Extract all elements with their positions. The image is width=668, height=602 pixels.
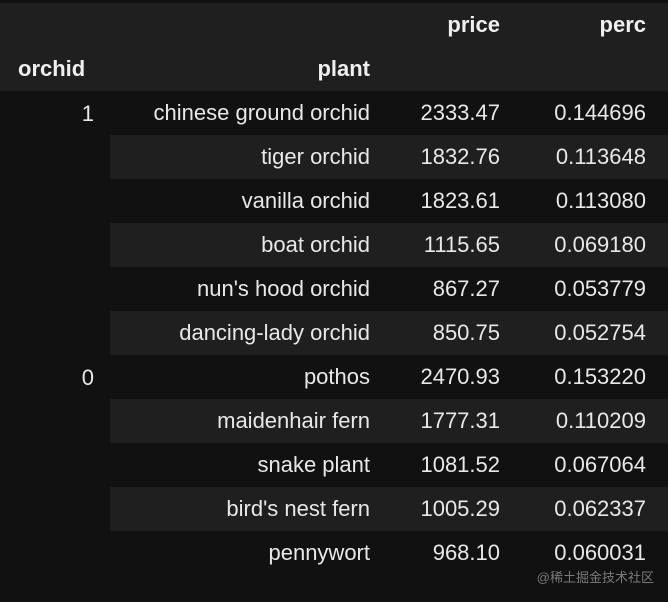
perc-cell: 0.110209 xyxy=(514,399,668,443)
index-header-plant: plant xyxy=(110,47,384,91)
perc-cell: 0.052754 xyxy=(514,311,668,355)
price-cell: 2333.47 xyxy=(420,100,500,125)
plant-cell: chinese ground orchid xyxy=(153,100,370,125)
plant-cell: dancing-lady orchid xyxy=(110,311,384,355)
dataframe-table: price perc orchid plant 1 chinese ground… xyxy=(0,3,668,575)
header-spacer xyxy=(110,3,384,47)
perc-cell: 0.144696 xyxy=(554,100,646,125)
perc-cell: 0.069180 xyxy=(514,223,668,267)
perc-cell: 0.067064 xyxy=(554,452,646,477)
price-cell: 850.75 xyxy=(384,311,514,355)
watermark: @稀土掘金技术社区 xyxy=(536,570,654,585)
index-header-row: orchid plant xyxy=(0,47,668,91)
header-spacer xyxy=(384,47,514,91)
table-row: 1 chinese ground orchid 2333.47 0.144696 xyxy=(0,91,668,135)
plant-cell: snake plant xyxy=(257,452,370,477)
table-row: 0 pothos 2470.93 0.153220 xyxy=(0,355,668,399)
price-cell: 968.10 xyxy=(432,540,500,565)
price-cell: 1005.29 xyxy=(384,487,514,531)
header-spacer xyxy=(514,47,668,91)
index-header-orchid: orchid xyxy=(0,47,110,91)
table-body: 1 chinese ground orchid 2333.47 0.144696… xyxy=(0,91,668,575)
plant-cell: tiger orchid xyxy=(110,135,384,179)
group-index-orchid: 1 xyxy=(81,101,94,126)
perc-cell: 0.062337 xyxy=(514,487,668,531)
header-spacer xyxy=(0,3,110,47)
dataframe-output: price perc orchid plant 1 chinese ground… xyxy=(0,0,668,602)
perc-cell: 0.153220 xyxy=(554,364,646,389)
plant-cell: pennywort xyxy=(268,540,370,565)
price-cell: 1777.31 xyxy=(384,399,514,443)
plant-cell: nun's hood orchid xyxy=(197,276,370,301)
perc-cell: 0.113080 xyxy=(555,188,646,213)
column-header-price: price xyxy=(384,3,514,47)
plant-cell: maidenhair fern xyxy=(110,399,384,443)
plant-cell: vanilla orchid xyxy=(241,188,370,213)
perc-cell: 0.053779 xyxy=(554,276,646,301)
perc-cell: 0.113648 xyxy=(514,135,668,179)
price-cell: 2470.93 xyxy=(420,364,500,389)
column-header-row: price perc xyxy=(0,3,668,47)
group-index-orchid: 0 xyxy=(81,365,94,390)
price-cell: 1832.76 xyxy=(384,135,514,179)
price-cell: 1823.61 xyxy=(420,188,500,213)
price-cell: 867.27 xyxy=(432,276,500,301)
plant-cell: pothos xyxy=(303,364,370,389)
plant-cell: bird's nest fern xyxy=(110,487,384,531)
price-cell: 1081.52 xyxy=(420,452,500,477)
column-header-perc: perc xyxy=(514,3,668,47)
plant-cell: boat orchid xyxy=(110,223,384,267)
price-cell: 1115.65 xyxy=(384,223,514,267)
